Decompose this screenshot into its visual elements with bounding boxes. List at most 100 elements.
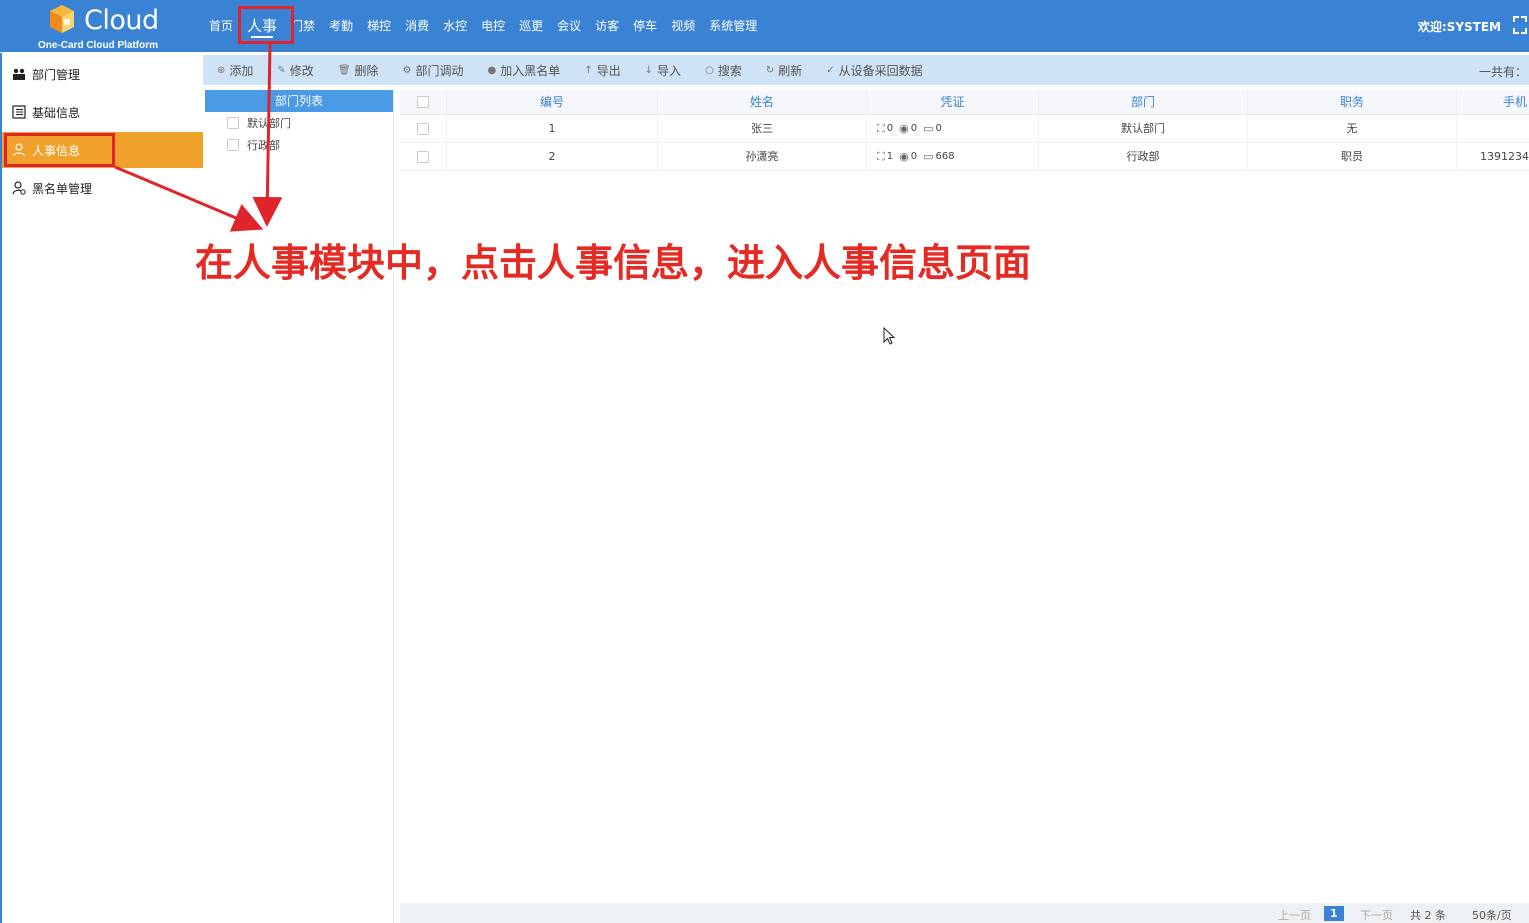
welcome-text: 欢迎:SYSTEM	[1417, 20, 1501, 34]
cell-phone: 1391234	[1480, 150, 1529, 163]
check-icon: ✓	[826, 64, 835, 76]
department-item[interactable]: 行政部	[205, 134, 393, 156]
column-header-credentials[interactable]: 凭证	[867, 90, 1039, 114]
card-count: 668	[935, 151, 955, 162]
sidebar-item-label: 人事信息	[32, 143, 81, 158]
fetch-label: 从设备采回数据	[838, 63, 923, 78]
fetch-device-data-button[interactable]: ✓ 从设备采回数据	[826, 62, 922, 79]
refresh-label: 刷新	[778, 63, 803, 78]
sidebar-item-department[interactable]: 部门管理	[2, 56, 203, 92]
cell-title: 职员	[1248, 143, 1457, 170]
search-label: 搜索	[717, 63, 742, 78]
sidebar-item-personnel-info[interactable]: 人事信息	[2, 132, 203, 168]
face-icon: ⛶	[877, 150, 885, 163]
instruction-annotation: 在人事模块中，点击人事信息，进入人事信息页面	[195, 241, 1032, 285]
logo: Cloud One-Card Cloud Platform	[38, 3, 168, 51]
table-row[interactable]: 1 张三 ⛶ 0 ◉ 0 ▭ 0 默认部门 无	[400, 115, 1529, 143]
import-button[interactable]: ↓ 导入	[645, 62, 681, 79]
row-checkbox[interactable]	[417, 123, 429, 135]
nav-attendance[interactable]: 考勤	[323, 0, 359, 52]
edit-label: 修改	[289, 63, 314, 78]
department-item-label: 默认部门	[247, 117, 291, 130]
edit-button[interactable]: ✎ 修改	[277, 62, 313, 79]
transfer-label: 部门调动	[415, 63, 464, 78]
fingerprint-icon: ◉	[899, 150, 909, 163]
prev-page-button[interactable]: 上一页	[1278, 907, 1311, 923]
row-checkbox[interactable]	[417, 151, 429, 163]
nav-parking[interactable]: 停车	[627, 0, 663, 52]
logo-subtitle: One-Card Cloud Platform	[38, 40, 159, 51]
checkbox[interactable]	[227, 117, 239, 129]
column-header-phone[interactable]: 手机	[1457, 90, 1529, 114]
column-header-department[interactable]: 部门	[1039, 90, 1248, 114]
export-icon: ↑	[584, 64, 593, 76]
nav-patrol[interactable]: 巡更	[513, 0, 549, 52]
nav-meeting[interactable]: 会议	[551, 0, 587, 52]
table-row[interactable]: 2 孙潇亮 ⛶ 1 ◉ 0 ▭ 668 行政部 职员 1391234	[400, 143, 1529, 171]
nav-water[interactable]: 水控	[437, 0, 473, 52]
table-header: 编号 姓名 凭证 部门 职务 手机	[400, 90, 1529, 115]
mouse-cursor-icon	[883, 327, 896, 345]
nav-visitor[interactable]: 访客	[589, 0, 625, 52]
nav-home[interactable]: 首页	[203, 0, 239, 52]
nav-video[interactable]: 视频	[665, 0, 701, 52]
import-label: 导入	[657, 63, 682, 78]
pagination-bar: 上一页 1 下一页 共 2 条 50条/页	[400, 903, 1529, 923]
group-icon	[13, 68, 25, 80]
column-header-name[interactable]: 姓名	[658, 90, 867, 114]
cube-logo-icon	[50, 5, 74, 33]
add-blacklist-button[interactable]: ● 加入黑名单	[488, 62, 561, 79]
gear-icon: ⚙	[402, 64, 412, 76]
department-item[interactable]: 默认部门	[205, 112, 393, 134]
export-button[interactable]: ↑ 导出	[584, 62, 620, 79]
sidebar: 部门管理 基础信息 人事信息 黑名单管理	[0, 53, 203, 923]
sidebar-item-label: 基础信息	[32, 105, 81, 120]
nav-electric[interactable]: 电控	[475, 0, 511, 52]
add-button[interactable]: ⊕ 添加	[217, 62, 253, 79]
blacklist-label: 加入黑名单	[500, 63, 561, 78]
nav-system[interactable]: 系统管理	[703, 0, 763, 52]
refresh-button[interactable]: ↻ 刷新	[766, 62, 802, 79]
select-all-checkbox[interactable]	[417, 96, 429, 108]
cell-id: 2	[447, 143, 658, 170]
cell-title: 无	[1248, 115, 1457, 142]
current-page-button[interactable]: 1	[1324, 906, 1344, 921]
search-button[interactable]: ○ 搜索	[705, 62, 742, 79]
top-nav: 首页 人事 门禁 考勤 梯控 消费 水控 电控 巡更 会议 访客 停车 视频 系…	[203, 0, 765, 52]
nav-consumption[interactable]: 消费	[399, 0, 435, 52]
search-icon: ○	[705, 64, 714, 76]
card-icon: ▭	[923, 150, 934, 163]
edit-icon: ✎	[277, 64, 286, 76]
nav-access-control[interactable]: 门禁	[285, 0, 321, 52]
select-all-cell	[400, 90, 447, 114]
logo-title: Cloud	[84, 5, 159, 36]
transfer-dept-button[interactable]: ⚙ 部门调动	[403, 62, 464, 79]
cell-department: 行政部	[1039, 143, 1248, 170]
import-icon: ↓	[644, 64, 654, 76]
face-count: 0	[886, 123, 894, 134]
cell-name: 孙潇亮	[658, 143, 867, 170]
fullscreen-icon[interactable]	[1513, 16, 1527, 34]
department-item-label: 行政部	[247, 139, 280, 152]
delete-button[interactable]: 🗑 删除	[338, 62, 379, 79]
person-icon	[12, 143, 26, 157]
next-page-button[interactable]: 下一页	[1360, 907, 1393, 923]
nav-elevator[interactable]: 梯控	[361, 0, 397, 52]
block-icon: ●	[487, 64, 497, 76]
cell-id: 1	[447, 115, 658, 142]
person-block-icon	[12, 181, 26, 195]
card-count: 0	[935, 123, 942, 134]
nav-personnel[interactable]: 人事	[241, 0, 283, 52]
face-icon: ⛶	[877, 122, 885, 135]
sidebar-item-basic-info[interactable]: 基础信息	[2, 94, 203, 130]
total-records: 共 2 条	[1410, 909, 1446, 922]
delete-label: 删除	[354, 63, 379, 78]
column-header-title[interactable]: 职务	[1248, 90, 1457, 114]
fingerprint-count: 0	[910, 123, 918, 134]
page-size-select[interactable]: 50条/页	[1472, 907, 1512, 923]
checkbox[interactable]	[227, 139, 239, 151]
sidebar-item-blacklist[interactable]: 黑名单管理	[2, 170, 203, 206]
department-list-header: 部门列表	[205, 90, 393, 112]
cell-credentials: ⛶ 1 ◉ 0 ▭ 668	[867, 143, 1039, 170]
column-header-id[interactable]: 编号	[447, 90, 658, 114]
